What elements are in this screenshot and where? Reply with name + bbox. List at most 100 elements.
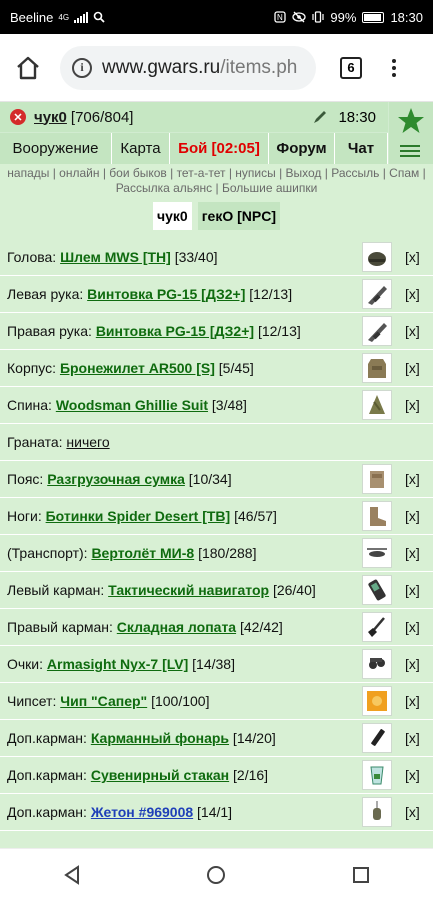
slot-label: Доп.карман: — [7, 804, 91, 820]
remove-item-link[interactable]: [x] — [405, 545, 420, 561]
tab-npc[interactable]: гекО [NPC] — [197, 202, 280, 230]
navigator-icon[interactable] — [362, 575, 392, 605]
dogtag-icon[interactable] — [362, 797, 392, 827]
tab-switcher-button[interactable]: 6 — [340, 56, 362, 79]
rifle-icon[interactable] — [362, 279, 392, 309]
slot-text: Правая рука: Винтовка PG-15 [ДЗ2+] [12/1… — [0, 323, 358, 339]
item-link[interactable]: Жетон #969008 — [91, 804, 193, 820]
player-bar: ✕ чук0 [706/804] 18:30 — [0, 102, 388, 132]
slot-text: Левый карман: Тактический навигатор [26/… — [0, 582, 358, 598]
item-durability: [42/42] — [236, 619, 283, 635]
game-page: ✕ чук0 [706/804] 18:30 Вооружение Карта … — [0, 102, 433, 848]
recents-icon[interactable] — [350, 864, 372, 886]
back-icon[interactable] — [61, 864, 83, 886]
item-link[interactable]: Складная лопата — [117, 619, 236, 635]
empty-slot-link[interactable]: ничего — [66, 434, 109, 450]
item-durability: [14/38] — [188, 656, 235, 672]
flashlight-icon[interactable] — [362, 723, 392, 753]
item-link[interactable]: Сувенирный стакан — [91, 767, 229, 783]
slot-text: Доп.карман: Карманный фонарь [14/20] — [0, 730, 358, 746]
item-link[interactable]: Тактический навигатор — [108, 582, 269, 598]
item-durability: [33/40] — [170, 249, 218, 265]
remove-item-link[interactable]: [x] — [405, 582, 420, 598]
equipment-row: Очки: Armasight Nyx-7 [LV] [14/38] [x] — [0, 646, 433, 683]
item-link[interactable]: Карманный фонарь — [91, 730, 229, 746]
remove-item-link[interactable]: [x] — [405, 249, 420, 265]
remove-item-link[interactable]: [x] — [405, 693, 420, 709]
slot-text: Корпус: Бронежилет AR500 [S] [5/45] — [0, 360, 358, 376]
quick-links-line-2[interactable]: Рассылка альянс | Большие ашипки — [0, 181, 433, 196]
slot-text: Ноги: Ботинки Spider Desert [TB] [46/57] — [0, 508, 358, 524]
equipment-row: Голова: Шлем MWS [TH] [33/40] [x] — [0, 239, 433, 276]
item-durability: [14/20] — [229, 730, 276, 746]
item-durability: [3/48] — [208, 397, 247, 413]
remove-item-link[interactable]: [x] — [405, 286, 420, 302]
hamburger-icon[interactable] — [400, 145, 420, 157]
nav-map[interactable]: Карта — [112, 133, 170, 164]
item-durability: [26/40] — [269, 582, 316, 598]
quick-links-line-1[interactable]: напады | онлайн | бои быков | тет-а-тет … — [0, 166, 433, 181]
item-link[interactable]: Винтовка PG-15 [ДЗ2+] — [96, 323, 254, 339]
remove-item-link[interactable]: [x] — [405, 656, 420, 672]
slot-text: Правый карман: Складная лопата [42/42] — [0, 619, 358, 635]
nav-fight[interactable]: Бой [02:05] — [170, 133, 269, 164]
item-link[interactable]: Ботинки Spider Desert [TB] — [46, 508, 231, 524]
belt-bag-icon[interactable] — [362, 464, 392, 494]
home-button[interactable] — [10, 50, 46, 86]
equipment-row: Ноги: Ботинки Spider Desert [TB] [46/57]… — [0, 498, 433, 535]
address-bar[interactable]: i www.gwars.ru/items.ph — [60, 45, 316, 90]
rifle-icon[interactable] — [362, 316, 392, 346]
remove-item-link[interactable]: [x] — [405, 471, 420, 487]
url-path: /items.ph — [220, 56, 298, 78]
remove-item-link[interactable]: [x] — [405, 508, 420, 524]
remove-item-link[interactable]: [x] — [405, 730, 420, 746]
nav-weapons[interactable]: Вооружение — [0, 133, 112, 164]
item-link[interactable]: Разгрузочная сумка — [47, 471, 185, 487]
slot-text: Доп.карман: Жетон #969008 [14/1] — [0, 804, 358, 820]
nfc-icon: N — [274, 11, 287, 23]
close-icon[interactable]: ✕ — [10, 109, 26, 125]
slot-label: Ноги: — [7, 508, 46, 524]
remove-item-link[interactable]: [x] — [405, 323, 420, 339]
star-icon[interactable] — [396, 106, 426, 136]
home-circle-icon[interactable] — [205, 864, 227, 886]
glass-icon[interactable] — [362, 760, 392, 790]
slot-text: Чипсет: Чип "Сапер" [100/100] — [0, 693, 358, 709]
remove-item-link[interactable]: [x] — [405, 804, 420, 820]
vest-icon[interactable] — [362, 353, 392, 383]
url-host: www.gwars.ru — [102, 56, 221, 78]
item-link[interactable]: Вертолёт МИ-8 — [91, 545, 194, 561]
player-nick-link[interactable]: чук0 — [34, 109, 67, 126]
shovel-icon[interactable] — [362, 612, 392, 642]
nav-forum[interactable]: Форум — [269, 133, 335, 164]
pen-icon[interactable] — [312, 109, 328, 125]
browser-menu-button[interactable] — [392, 58, 396, 77]
item-link[interactable]: Armasight Nyx-7 [LV] — [47, 656, 188, 672]
game-header: ✕ чук0 [706/804] 18:30 Вооружение Карта … — [0, 102, 433, 164]
item-link[interactable]: Бронежилет AR500 [S] — [60, 360, 215, 376]
item-link[interactable]: Винтовка PG-15 [ДЗ2+] — [87, 286, 245, 302]
svg-text:N: N — [277, 13, 283, 22]
equipment-row: Доп.карман: Жетон #969008 [14/1] [x] — [0, 794, 433, 831]
helmet-icon[interactable] — [362, 242, 392, 272]
info-icon[interactable]: i — [72, 57, 92, 78]
chip-icon[interactable] — [362, 686, 392, 716]
goggles-icon[interactable] — [362, 649, 392, 679]
item-link[interactable]: Шлем MWS [TH] — [60, 249, 171, 265]
remove-item-link[interactable]: [x] — [405, 397, 420, 413]
remove-item-link[interactable]: [x] — [405, 619, 420, 635]
tab-player[interactable]: чук0 — [152, 202, 192, 230]
slot-label: Спина: — [7, 397, 56, 413]
remove-item-link[interactable]: [x] — [405, 360, 420, 376]
quick-links: напады | онлайн | бои быков | тет-а-тет … — [0, 166, 433, 196]
boots-icon[interactable] — [362, 501, 392, 531]
item-link[interactable]: Чип "Сапер" — [60, 693, 147, 709]
nav-chat[interactable]: Чат — [335, 133, 388, 164]
menu-column[interactable] — [389, 102, 433, 164]
remove-item-link[interactable]: [x] — [405, 767, 420, 783]
player-hp: [706/804] — [70, 108, 134, 126]
helicopter-icon[interactable] — [362, 538, 392, 568]
item-link[interactable]: Woodsman Ghillie Suit — [56, 397, 208, 413]
equipment-row: Правая рука: Винтовка PG-15 [ДЗ2+] [12/1… — [0, 313, 433, 350]
ghillie-icon[interactable] — [362, 390, 392, 420]
